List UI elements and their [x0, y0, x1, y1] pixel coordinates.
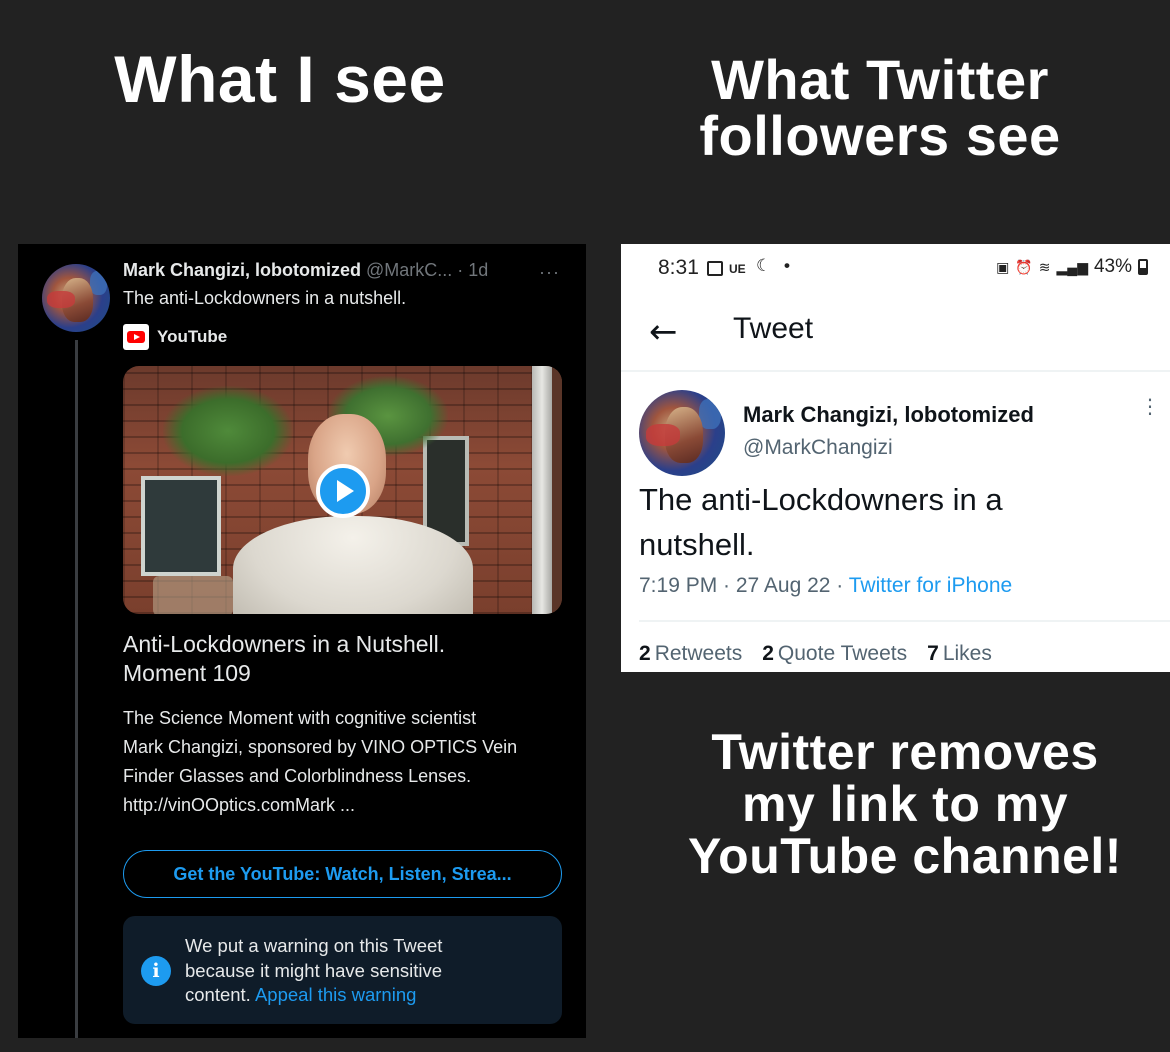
caption-right-line2: followers see	[699, 104, 1061, 167]
video-title-line2: Moment 109	[123, 660, 251, 687]
battery-icon	[1138, 259, 1148, 275]
tweet-stats: 2 Retweets 2 Quote Tweets 7 Likes	[639, 642, 992, 666]
tweet-header: Mark Changizi, lobotomized @MarkC... · 1…	[123, 260, 573, 281]
gallery-icon	[707, 261, 723, 276]
video-desc-line4: http://vinOOptics.comMark ...	[123, 795, 356, 816]
info-icon: i	[141, 956, 171, 986]
signal-icon: ▂▄▆	[1056, 258, 1088, 275]
author-handle-time[interactable]: @MarkC... · 1d	[366, 260, 488, 280]
caption-right-line1: What Twitter	[711, 48, 1049, 111]
avatar[interactable]	[42, 264, 110, 332]
play-icon[interactable]	[316, 464, 370, 518]
more-options-icon[interactable]: ···	[539, 262, 560, 283]
page-title: Tweet	[733, 312, 814, 345]
video-desc-line2: Mark Changizi, sponsored by VINO OPTICS …	[123, 737, 518, 758]
left-tweet-panel: Mark Changizi, lobotomized @MarkC... · 1…	[18, 244, 586, 1038]
author-name[interactable]: Mark Changizi, lobotomized	[743, 402, 1034, 428]
caption-bottom-line3: YouTube channel!	[688, 828, 1122, 884]
right-tweet-screen: 8:31 UE ☾ • ▣ ⏰ ≋ ▂▄▆ 43% ← Tweet Mark C…	[621, 244, 1170, 672]
warning-line3: content.	[185, 984, 251, 1006]
card-source[interactable]: YouTube	[123, 324, 227, 350]
sensitive-content-warning: i We put a warning on this Tweet because…	[123, 916, 562, 1024]
get-youtube-button[interactable]: Get the YouTube: Watch, Listen, Strea...	[123, 850, 562, 898]
avatar[interactable]	[639, 390, 725, 476]
caption-bottom-line2: my link to my	[741, 776, 1069, 832]
video-desc-line3: Finder Glasses and Colorblindness Lenses…	[123, 766, 472, 787]
tweet-text: The anti-Lockdowners in a nutshell.	[123, 288, 407, 308]
divider	[639, 620, 1170, 622]
video-description: The Science Moment with cognitive scient…	[123, 704, 568, 821]
video-title-line1: Anti-Lockdowners in a Nutshell.	[123, 631, 446, 657]
card-source-label: YouTube	[157, 327, 228, 346]
wifi-icon: ≋	[1038, 258, 1051, 275]
author-handle[interactable]: @MarkChangizi	[743, 436, 893, 460]
notification-dot-icon: •	[784, 256, 790, 275]
tweet-text-line2: nutshell.	[639, 526, 755, 562]
status-time: 8:31	[658, 256, 699, 279]
tweet-timestamp[interactable]: 7:19 PM · 27 Aug 22 ·	[639, 574, 843, 597]
moon-icon: ☾	[756, 256, 772, 275]
warning-line1: We put a warning on this Tweet	[185, 935, 443, 956]
video-thumbnail[interactable]	[123, 366, 562, 614]
warning-text: We put a warning on this Tweet because i…	[185, 934, 515, 1008]
stat-likes[interactable]: 7 Likes	[927, 642, 992, 666]
youtube-logo-icon	[123, 324, 149, 350]
ue-icon: UE	[729, 262, 746, 276]
caption-what-followers-see: What Twitter followers see	[630, 52, 1130, 164]
tweet-source-link[interactable]: Twitter for iPhone	[849, 574, 1012, 597]
video-desc-line1: The Science Moment with cognitive scient…	[123, 708, 477, 728]
lock-icon: ▣	[996, 258, 1010, 275]
tweet-text: The anti-Lockdowners in a nutshell.	[639, 478, 1139, 568]
caption-bottom: Twitter removes my link to my YouTube ch…	[670, 726, 1140, 882]
thread-line	[75, 340, 78, 1038]
battery-percent: 43%	[1093, 256, 1132, 277]
alarm-icon: ⏰	[1015, 258, 1033, 275]
stat-quote-tweets[interactable]: 2 Quote Tweets	[762, 642, 907, 666]
author-name[interactable]: Mark Changizi, lobotomized	[123, 260, 361, 280]
divider	[621, 370, 1170, 372]
stat-retweets[interactable]: 2 Retweets	[639, 642, 742, 666]
warning-line2: because it might have sensitive	[185, 959, 443, 981]
nav-bar: ← Tweet	[621, 300, 1170, 370]
back-arrow-icon[interactable]: ←	[649, 312, 678, 352]
appeal-warning-link[interactable]: Appeal this warning	[255, 984, 416, 1005]
more-options-icon[interactable]: ⋮	[1140, 397, 1160, 417]
status-bar: 8:31 UE ☾ • ▣ ⏰ ≋ ▂▄▆ 43%	[621, 244, 1170, 294]
caption-bottom-line1: Twitter removes	[711, 724, 1099, 780]
caption-what-i-see: What I see	[114, 42, 446, 116]
tweet-text-line1: The anti-Lockdowners in a	[639, 482, 1003, 517]
status-right: ▣ ⏰ ≋ ▂▄▆ 43%	[996, 256, 1148, 278]
video-title[interactable]: Anti-Lockdowners in a Nutshell. Moment 1…	[123, 630, 563, 689]
tweet-meta: 7:19 PM · 27 Aug 22 · Twitter for iPhone	[639, 574, 1012, 598]
